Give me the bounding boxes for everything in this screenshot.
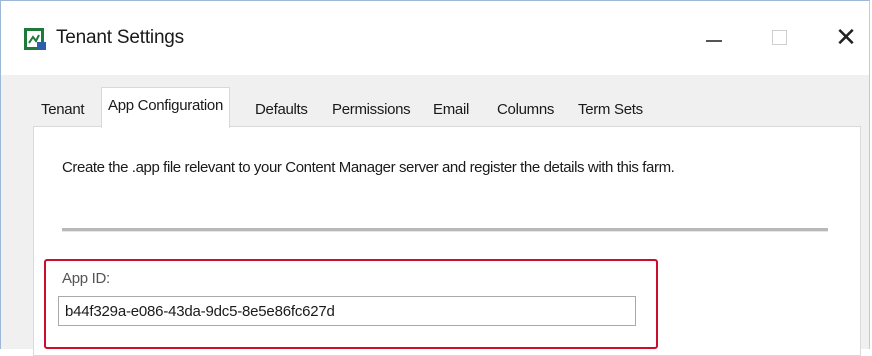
tab-app-configuration[interactable]: App Configuration — [101, 87, 230, 128]
app-configuration-panel: Create the .app file relevant to your Co… — [33, 126, 861, 356]
app-id-input[interactable] — [58, 296, 636, 326]
app-icon — [23, 27, 47, 51]
tab-columns[interactable]: Columns — [491, 95, 560, 125]
tab-tenant[interactable]: Tenant — [35, 95, 90, 125]
panel-description: Create the .app file relevant to your Co… — [62, 159, 675, 176]
tenant-settings-window: Tenant Settings ✕ Tenant App Configurati… — [0, 0, 870, 356]
tab-email[interactable]: Email — [427, 95, 475, 125]
app-id-group: App ID: — [44, 259, 658, 349]
tab-defaults[interactable]: Defaults — [249, 95, 314, 125]
title-bar[interactable]: Tenant Settings ✕ — [1, 1, 869, 75]
tab-permissions[interactable]: Permissions — [326, 95, 416, 125]
close-button[interactable]: ✕ — [823, 17, 869, 57]
app-id-label: App ID: — [62, 270, 110, 287]
separator — [62, 228, 828, 232]
tab-bar: Tenant App Configuration Defaults Permis… — [35, 87, 855, 128]
maximize-button[interactable] — [756, 17, 802, 57]
minimize-icon — [706, 40, 722, 42]
minimize-button[interactable] — [691, 17, 737, 57]
window-title: Tenant Settings — [56, 27, 184, 48]
close-icon: ✕ — [835, 22, 857, 52]
maximize-icon — [771, 29, 787, 45]
tab-term-sets[interactable]: Term Sets — [572, 95, 649, 125]
